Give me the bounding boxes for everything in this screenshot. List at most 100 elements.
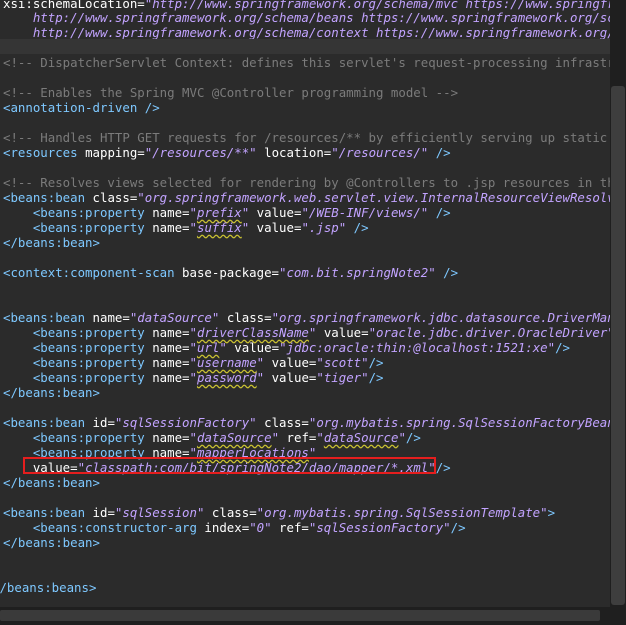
code-line[interactable]: <beans:property name="username" value="s… [3, 355, 384, 370]
code-token-value: "org.springframework.web.servlet.view.In… [137, 190, 610, 205]
code-token-comment: <!-- DispatcherServlet Context: defines … [3, 55, 610, 70]
code-token-value: " [271, 430, 280, 445]
code-token-attr: name= [144, 370, 190, 385]
code-token-value: " [189, 430, 197, 445]
code-token-attr: class= [219, 310, 272, 325]
code-token-attr: value= [264, 370, 317, 385]
code-token-value: " [189, 370, 197, 385]
code-line[interactable]: <beans:bean id="sqlSession" class="org.m… [3, 505, 555, 520]
code-token-attr: name= [144, 325, 190, 340]
code-token-tag: <beans:property [32, 430, 145, 445]
code-token-attr: ref= [279, 430, 317, 445]
code-token-attr: id= [85, 505, 115, 520]
code-token-tag: <beans:bean [3, 310, 86, 325]
code-token-attr: value= [264, 355, 317, 370]
code-line[interactable]: <beans:constructor-arg index="0" ref="sq… [3, 520, 466, 535]
code-token-value: "sqlSessionFactory" [114, 415, 257, 430]
code-token-attr: name= [85, 310, 130, 325]
code-token-tag: <beans:bean [3, 505, 86, 520]
code-editor[interactable]: xsi:schemaLocation="http://www.springfra… [0, 0, 610, 625]
code-token-attr: name= [144, 430, 190, 445]
code-line[interactable]: <beans:bean id="sqlSessionFactory" class… [3, 415, 610, 430]
code-token-value: http://www.springframework.org/schema/co… [32, 25, 610, 40]
code-token-tag: /> [555, 340, 570, 355]
code-token-attr [3, 220, 33, 235]
code-line[interactable]: <beans:property name="driverClassName" v… [3, 325, 610, 340]
code-token-value: "dataSource" [129, 310, 220, 325]
code-token-value: "org.mybatis.spring.SqlSessionTemplate" [256, 505, 548, 520]
code-line[interactable]: http://www.springframework.org/schema/co… [3, 25, 610, 40]
code-token-attr: name= [144, 220, 190, 235]
code-line[interactable]: </beans:bean> [3, 385, 100, 400]
code-token-attr: class= [256, 415, 309, 430]
code-token-valuesq: username [196, 355, 257, 370]
code-token-attr [3, 520, 33, 535]
code-token-tag: </beans:bean> [3, 235, 100, 250]
code-token-tag: /> [435, 265, 459, 280]
code-line[interactable]: <resources mapping="/resources/**" locat… [3, 145, 451, 160]
code-line[interactable]: <beans:property name="dataSource" ref="d… [3, 430, 421, 445]
code-token-tag: /> [435, 460, 451, 475]
code-line[interactable]: <beans:property name="prefix" value="/WE… [3, 205, 451, 220]
code-token-tag: <beans:property [32, 340, 145, 355]
code-token-tag: <beans:property [32, 355, 145, 370]
code-token-value: "sqlSession" [114, 505, 205, 520]
code-line[interactable]: <beans:bean name="dataSource" class="org… [3, 310, 610, 325]
code-token-tag: <beans:bean [3, 190, 86, 205]
vertical-scrollbar-thumb[interactable] [611, 86, 625, 605]
code-token-tag: </beans:bean> [3, 535, 100, 550]
code-line[interactable] [0, 39, 610, 54]
code-token-tag: /> [428, 205, 451, 220]
code-token-attr [3, 355, 33, 370]
code-token-value: " [189, 325, 197, 340]
code-line[interactable]: </beans:beans> [0, 580, 96, 595]
code-token-value: ".jsp" [301, 220, 347, 235]
code-token-value: " [316, 430, 324, 445]
code-line[interactable]: <!-- Resolves views selected for renderi… [3, 175, 610, 190]
code-line[interactable]: <!-- DispatcherServlet Context: defines … [3, 55, 610, 70]
code-token-tag: <context:component-scan [3, 265, 175, 280]
code-token-tag: <resources [3, 145, 78, 160]
code-line[interactable]: http://www.springframework.org/schema/be… [3, 10, 610, 25]
code-token-tag: /> [368, 370, 384, 385]
code-token-value: http://www.springframework.org/schema/be… [32, 10, 610, 25]
code-token-valuesq: url [196, 340, 220, 355]
code-token-value: "oracle.jdbc.driver.OracleDriver" [368, 325, 610, 340]
code-token-attr: name= [144, 340, 190, 355]
code-line[interactable]: <!-- Enables the Spring MVC @Controller … [3, 85, 458, 100]
code-line[interactable]: </beans:bean> [3, 235, 100, 250]
code-token-attr [3, 325, 33, 340]
code-token-tag: </beans:beans> [0, 580, 97, 595]
code-token-attr: ref= [271, 520, 309, 535]
code-token-comment: <!-- Enables the Spring MVC @Controller … [3, 85, 459, 100]
code-token-attr: class= [204, 505, 257, 520]
code-token-tag: <beans:property [32, 205, 145, 220]
code-token-value: " [189, 205, 197, 220]
code-token-value: " [189, 355, 197, 370]
code-token-valuesq: suffix [196, 220, 242, 235]
code-line[interactable]: <beans:bean class="org.springframework.w… [3, 190, 610, 205]
horizontal-scrollbar-thumb[interactable] [0, 610, 600, 621]
code-token-tag: <beans:bean [3, 415, 86, 430]
code-line[interactable]: <beans:property name="url" value="jdbc:o… [3, 340, 570, 355]
code-line[interactable]: <annotation-driven /> [3, 100, 160, 115]
code-line[interactable]: <context:component-scan base-package="co… [3, 265, 458, 280]
code-token-attr: name= [144, 205, 190, 220]
code-line[interactable]: <beans:property name="suffix" value=".js… [3, 220, 369, 235]
code-token-value: "sqlSessionFactory" [308, 520, 451, 535]
code-line[interactable]: </beans:bean> [3, 535, 100, 550]
code-token-attr: id= [85, 415, 115, 430]
code-token-tag: <beans:property [32, 325, 145, 340]
code-token-value: " [219, 340, 227, 355]
code-token-attr: index= [196, 520, 250, 535]
code-line[interactable]: <beans:property name="password" value="t… [3, 370, 384, 385]
code-token-comment: <!-- Handles HTTP GET requests for /reso… [3, 130, 608, 145]
code-token-value: "scott" [316, 355, 369, 370]
code-token-tag: /> [346, 220, 369, 235]
code-token-tag: <annotation-driven [3, 100, 138, 115]
code-line[interactable]: <!-- Handles HTTP GET requests for /reso… [3, 130, 610, 145]
code-token-value: "org.mybatis.spring.SqlSessionFactoryBea… [308, 415, 610, 430]
code-token-value: " [398, 430, 406, 445]
code-line[interactable]: </beans:bean> [3, 475, 100, 490]
code-token-attr: base-package= [174, 265, 280, 280]
